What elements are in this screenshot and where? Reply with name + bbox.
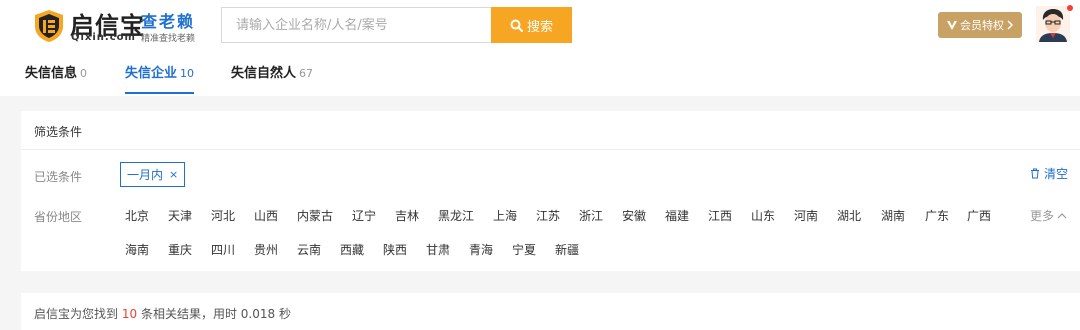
search-icon: [510, 19, 523, 32]
province-option[interactable]: 湖南: [881, 207, 905, 224]
user-avatar[interactable]: [1036, 6, 1070, 42]
filter-divider: [21, 149, 1080, 150]
search-button[interactable]: 搜索: [491, 7, 572, 43]
result-middle: 条相关结果，用时: [140, 307, 237, 321]
clear-label: 清空: [1044, 167, 1069, 181]
tab-count: 67: [299, 67, 314, 80]
sub-product-slogan: 精准查找老赖: [141, 34, 196, 44]
filter-panel: 筛选条件 已选条件 一月内 × 清空 省份地区 北京 天津 河北 山西 内蒙古 辽宁 吉林 黑…: [21, 111, 1080, 271]
clear-filters-button[interactable]: 清空: [1030, 165, 1068, 182]
search-button-label: 搜索: [526, 19, 553, 35]
tab-dishonest-companies[interactable]: 失信企业 10: [125, 62, 195, 96]
province-option[interactable]: 浙江: [579, 207, 603, 224]
province-option[interactable]: 甘肃: [426, 241, 450, 258]
result-summary: 启信宝为您找到 10 条相关结果，用时 0.018 秒: [34, 305, 291, 322]
province-option[interactable]: 重庆: [168, 241, 192, 258]
result-time: 0.018: [240, 307, 276, 321]
province-option[interactable]: 广东: [925, 207, 949, 224]
more-label: 更多: [1030, 209, 1055, 223]
province-option[interactable]: 宁夏: [512, 241, 536, 258]
province-option[interactable]: 西藏: [340, 241, 364, 258]
vip-label: 会员特权: [960, 19, 1004, 32]
province-option[interactable]: 福建: [665, 207, 689, 224]
vip-privileges-button[interactable]: 会员特权: [938, 12, 1022, 38]
province-region-label: 省份地区: [34, 210, 83, 224]
tab-label: 失信企业: [125, 66, 178, 81]
search-box: [221, 7, 491, 43]
site-header: 启信宝 Qixin.com 查老赖 精准查找老赖 搜索 会员特权 失信信息0: [0, 0, 1080, 96]
filter-title: 筛选条件: [34, 125, 83, 139]
province-option[interactable]: 江西: [708, 207, 732, 224]
province-option[interactable]: 河北: [211, 207, 235, 224]
tab-count: 0: [80, 67, 88, 80]
province-option[interactable]: 湖北: [837, 207, 861, 224]
province-option[interactable]: 陕西: [383, 241, 407, 258]
province-option[interactable]: 辽宁: [352, 207, 376, 224]
vip-v-icon: [947, 20, 957, 30]
notification-dot: [1067, 5, 1073, 11]
province-option[interactable]: 吉林: [395, 207, 419, 224]
province-option[interactable]: 安徽: [622, 207, 646, 224]
chevron-up-icon: [1057, 213, 1067, 219]
province-option[interactable]: 云南: [297, 241, 321, 258]
brand-domain: Qixin.com: [71, 32, 136, 43]
province-option[interactable]: 天津: [168, 207, 192, 224]
province-option[interactable]: 山东: [751, 207, 775, 224]
province-option[interactable]: 河南: [794, 207, 818, 224]
province-option[interactable]: 山西: [254, 207, 278, 224]
trash-icon: [1031, 168, 1039, 179]
result-prefix: 启信宝为您找到: [34, 307, 119, 321]
tab-dishonest-info[interactable]: 失信信息 0: [25, 62, 87, 96]
province-option[interactable]: 贵州: [254, 241, 278, 258]
selected-conditions-label: 已选条件: [34, 170, 83, 184]
province-option[interactable]: 江苏: [536, 207, 560, 224]
province-option[interactable]: 广西: [967, 207, 991, 224]
province-option[interactable]: 青海: [469, 241, 493, 258]
remove-filter-icon[interactable]: ×: [169, 168, 178, 181]
province-option[interactable]: 内蒙古: [297, 207, 333, 224]
more-provinces-button[interactable]: 更多: [1030, 207, 1067, 224]
chevron-right-icon: [1007, 20, 1014, 30]
tab-label: 失信自然人: [231, 66, 297, 81]
result-suffix: 秒: [278, 307, 291, 321]
selected-filter-tag[interactable]: 一月内 ×: [120, 162, 186, 187]
search-input[interactable]: [222, 8, 491, 42]
province-option[interactable]: 海南: [125, 241, 149, 258]
qixinbao-logo-icon[interactable]: [33, 9, 65, 43]
selected-filter-text: 一月内: [127, 168, 164, 182]
tab-count: 10: [180, 67, 195, 80]
province-option[interactable]: 上海: [493, 207, 517, 224]
result-summary-panel: 启信宝为您找到 10 条相关结果，用时 0.018 秒: [21, 293, 1080, 330]
province-option[interactable]: 新疆: [555, 241, 579, 258]
sub-product-title[interactable]: 查老赖: [141, 8, 195, 32]
tab-label: 失信信息: [25, 66, 78, 81]
province-option[interactable]: 四川: [211, 241, 235, 258]
tab-dishonest-persons[interactable]: 失信自然人 67: [231, 62, 313, 96]
province-option[interactable]: 北京: [125, 207, 149, 224]
result-count: 10: [121, 307, 138, 321]
province-option[interactable]: 黑龙江: [438, 207, 474, 224]
